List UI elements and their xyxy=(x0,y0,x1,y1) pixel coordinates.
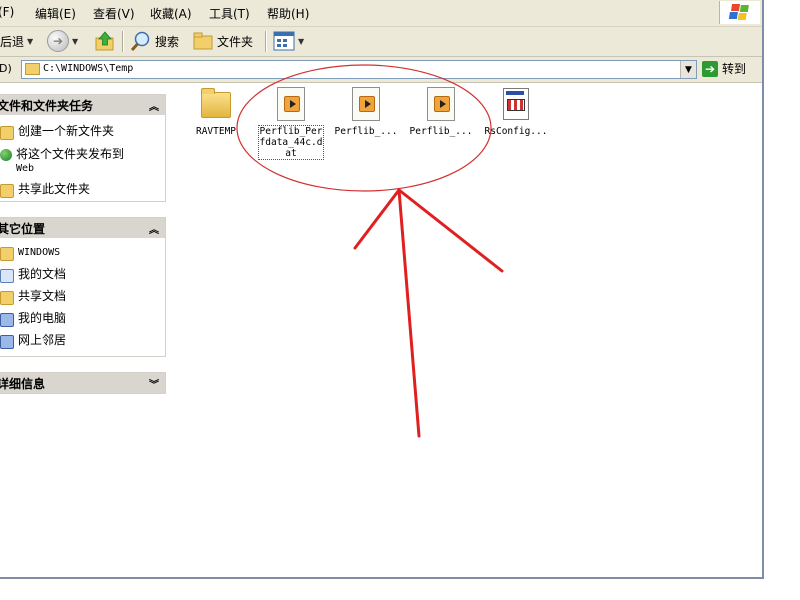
places-panel-header[interactable]: 其它位置 ︽ xyxy=(0,218,165,238)
file-name: at xyxy=(285,148,297,159)
file-item[interactable]: RAVTEMP xyxy=(188,88,244,137)
file-name: RAVTEMP xyxy=(195,126,237,137)
place-label: 我的电脑 xyxy=(18,311,67,325)
media-file-icon xyxy=(427,87,455,121)
address-label: D) xyxy=(0,62,12,75)
address-path: C:\WINDOWS\Temp xyxy=(43,63,134,74)
expand-icon[interactable]: ︾ xyxy=(149,376,159,391)
globe-icon xyxy=(0,149,12,161)
up-folder-button[interactable] xyxy=(94,30,116,52)
details-panel-title: 详细信息 xyxy=(0,376,46,391)
red-arrow-icon xyxy=(353,188,504,438)
search-icon xyxy=(130,31,150,52)
collapse-icon[interactable]: ︽ xyxy=(149,221,159,236)
back-dropdown-icon[interactable]: ▼ xyxy=(27,37,33,46)
task-publish-web[interactable]: 将这个文件夹发布到 Web xyxy=(0,147,165,175)
place-label: WINDOWS xyxy=(18,247,61,258)
task-label: 将这个文件夹发布到 xyxy=(16,147,125,161)
collapse-icon[interactable]: ︽ xyxy=(149,98,159,113)
menu-favorites[interactable]: 收藏(A) xyxy=(150,5,192,22)
explorer-window: (F) 编辑(E) 查看(V) 收藏(A) 工具(T) 帮助(H) 后退 ▼ ➔… xyxy=(0,0,764,579)
views-button[interactable]: ▼ xyxy=(273,30,304,52)
task-label: 共享此文件夹 xyxy=(18,182,91,196)
file-item[interactable]: Perflib_... xyxy=(330,87,402,137)
file-folder-tasks-panel: 文件和文件夹任务 ︽ 创建一个新文件夹 将这个文件夹发布到 Web 共享此文件夹 xyxy=(0,94,166,202)
tasks-panel-header[interactable]: 文件和文件夹任务 ︽ xyxy=(0,95,165,115)
go-button[interactable]: ➔ 转到 xyxy=(702,60,746,77)
forward-dropdown-icon[interactable]: ▼ xyxy=(72,37,78,46)
other-places-panel: 其它位置 ︽ WINDOWS 我的文档 共享文档 我的电脑 网上邻居 xyxy=(0,217,166,357)
my-documents-icon xyxy=(0,269,14,283)
file-name: RsConfig... xyxy=(484,126,548,137)
forward-arrow-icon: ➔ xyxy=(47,30,69,52)
config-file-icon xyxy=(503,88,529,120)
media-file-icon xyxy=(352,87,380,121)
folder-icon xyxy=(201,88,231,118)
media-file-icon xyxy=(277,87,305,121)
task-label-web: Web xyxy=(16,163,35,174)
toolbar-separator xyxy=(265,31,267,52)
file-name: Perflib_Per xyxy=(259,126,323,137)
up-folder-icon xyxy=(95,31,114,51)
place-my-computer[interactable]: 我的电脑 xyxy=(0,311,165,327)
menu-tools[interactable]: 工具(T) xyxy=(209,5,250,22)
go-arrow-icon: ➔ xyxy=(702,60,718,77)
views-icon xyxy=(273,31,295,51)
computer-icon xyxy=(0,313,14,327)
go-label: 转到 xyxy=(722,62,747,76)
tasks-panel-title: 文件和文件夹任务 xyxy=(0,98,94,113)
menu-bar: (F) 编辑(E) 查看(V) 收藏(A) 工具(T) 帮助(H) xyxy=(0,0,762,27)
views-dropdown-icon[interactable]: ▼ xyxy=(298,37,304,46)
new-folder-icon xyxy=(0,126,14,140)
place-label: 网上邻居 xyxy=(18,333,67,347)
file-name: Perflib_... xyxy=(334,126,398,137)
shared-folder-icon xyxy=(0,291,14,305)
file-item-selected[interactable]: Perflib_Per fdata_44c.d at xyxy=(255,87,327,160)
windows-logo-icon xyxy=(719,1,760,24)
place-windows[interactable]: WINDOWS xyxy=(0,246,165,261)
place-shared-documents[interactable]: 共享文档 xyxy=(0,289,165,305)
search-label: 搜索 xyxy=(155,34,180,49)
places-panel-title: 其它位置 xyxy=(0,221,46,236)
folders-label: 文件夹 xyxy=(217,34,254,49)
share-folder-icon xyxy=(0,184,14,198)
menu-view[interactable]: 查看(V) xyxy=(93,5,135,22)
folder-icon xyxy=(0,247,14,261)
network-icon xyxy=(0,335,14,349)
search-button[interactable]: 搜索 xyxy=(130,30,179,52)
file-name: Perflib_... xyxy=(409,126,473,137)
place-label: 我的文档 xyxy=(18,267,67,281)
menu-file[interactable]: (F) xyxy=(0,5,14,19)
place-network[interactable]: 网上邻居 xyxy=(0,333,165,349)
address-dropdown-icon[interactable]: ▼ xyxy=(680,61,696,78)
file-name-box: Perflib_Per fdata_44c.d at xyxy=(257,125,325,160)
place-label: 共享文档 xyxy=(18,289,67,303)
details-panel-header[interactable]: 详细信息 ︾ xyxy=(0,373,165,393)
toolbar-separator xyxy=(122,31,124,52)
forward-button[interactable]: ➔ ▼ xyxy=(47,30,78,52)
address-bar: D) C:\WINDOWS\Temp ▼ ➔ 转到 xyxy=(0,57,762,83)
back-button[interactable]: 后退 ▼ xyxy=(0,30,33,52)
address-input[interactable]: C:\WINDOWS\Temp ▼ xyxy=(21,60,697,79)
menu-help[interactable]: 帮助(H) xyxy=(267,5,309,22)
toolbar: 后退 ▼ ➔ ▼ 搜索 文件夹 ▼ xyxy=(0,27,762,57)
menu-edit[interactable]: 编辑(E) xyxy=(35,5,76,22)
back-label: 后退 xyxy=(0,34,25,49)
file-item[interactable]: RsConfig... xyxy=(480,88,552,137)
folders-icon xyxy=(193,32,213,50)
details-panel: 详细信息 ︾ xyxy=(0,372,166,394)
place-my-documents[interactable]: 我的文档 xyxy=(0,267,165,283)
task-new-folder[interactable]: 创建一个新文件夹 xyxy=(0,124,165,140)
task-label: 创建一个新文件夹 xyxy=(18,124,115,138)
file-name: fdata_44c.d xyxy=(259,137,323,148)
folder-icon xyxy=(25,63,40,78)
folders-button[interactable]: 文件夹 xyxy=(192,30,253,52)
task-share-folder[interactable]: 共享此文件夹 xyxy=(0,182,165,198)
file-item[interactable]: Perflib_... xyxy=(405,87,477,137)
